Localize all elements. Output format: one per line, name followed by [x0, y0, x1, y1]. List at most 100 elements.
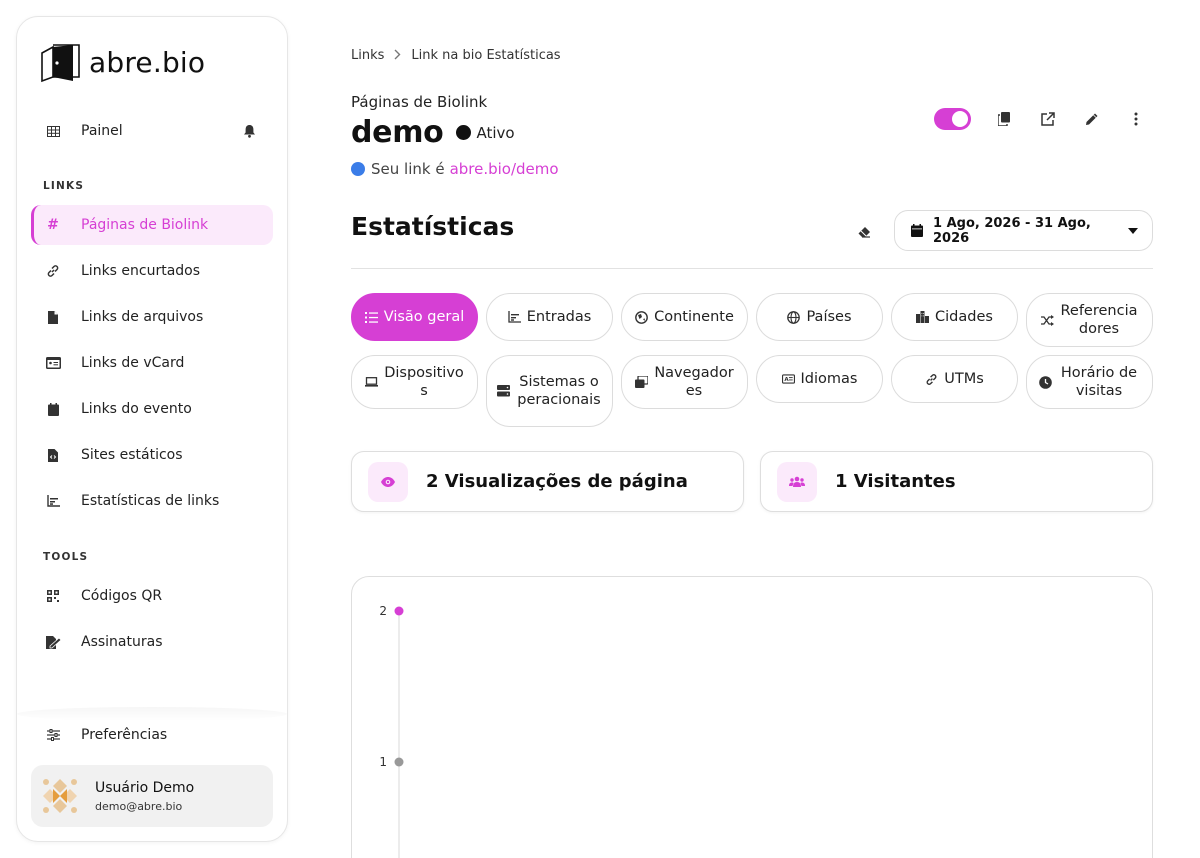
tab-entries[interactable]: Entradas: [486, 293, 613, 341]
sidebar-item-qr-codes[interactable]: Códigos QR: [31, 576, 273, 616]
chart-card: 21: [351, 576, 1153, 858]
caret-down-icon: [1128, 223, 1138, 238]
tab-countries[interactable]: Países: [756, 293, 883, 341]
avatar: [41, 777, 79, 815]
sidebar-item-label: Links do evento: [81, 401, 192, 417]
section-label-links: LINKS: [43, 180, 85, 192]
external-link-icon[interactable]: [1037, 108, 1059, 130]
toggle-knob: [952, 111, 968, 127]
sidebar-item-label: Páginas de Biolink: [81, 217, 209, 233]
tab-languages[interactable]: A Idiomas: [756, 355, 883, 403]
clock-icon: [1039, 375, 1052, 389]
table-icon: [45, 123, 61, 139]
page-title-row: demo Ativo: [351, 115, 515, 150]
tab-label: Referenciadores: [1060, 303, 1138, 337]
city-icon: [916, 311, 930, 324]
date-range-label: 1 Ago, 2026 - 31 Ago, 2026: [933, 215, 1091, 246]
svg-text:A: A: [784, 377, 789, 383]
tab-operating-systems[interactable]: Sistemas operacionais: [486, 355, 613, 427]
link-icon: [925, 373, 938, 386]
chart-icon: [45, 493, 61, 509]
tab-utms[interactable]: UTMs: [891, 355, 1018, 403]
tab-label: Sistemas operacionais: [517, 374, 601, 408]
sidebar-item-static-sites[interactable]: Sites estáticos: [31, 435, 273, 475]
logo[interactable]: abre.bio: [39, 41, 205, 83]
sidebar-item-painel[interactable]: Painel: [31, 111, 273, 151]
active-toggle[interactable]: [934, 108, 971, 130]
sidebar: abre.bio Painel LINKS # Páginas de Bioli…: [16, 16, 288, 842]
tab-browsers[interactable]: Navegadores: [621, 355, 748, 409]
visitors-card: 1 Visitantes: [760, 451, 1153, 512]
pageviews-card: 2 Visualizações de página: [351, 451, 744, 512]
tab-label: Entradas: [526, 309, 592, 325]
sidebar-item-signatures[interactable]: Assinaturas: [31, 622, 273, 662]
bell-icon[interactable]: [243, 123, 259, 139]
section-label-tools: TOOLS: [43, 551, 89, 563]
pencil-icon[interactable]: [1081, 108, 1103, 130]
tab-visit-hours[interactable]: Horário de visitas: [1026, 355, 1153, 409]
sidebar-item-label: Sites estáticos: [81, 447, 183, 463]
sidebar-item-shortened-links[interactable]: Links encurtados: [31, 251, 273, 291]
globe-icon: [787, 310, 801, 324]
sidebar-item-vcard-links[interactable]: Links de vCard: [31, 343, 273, 383]
signature-icon: [45, 634, 61, 650]
tab-label: Continente: [654, 309, 734, 325]
tab-label: Idiomas: [800, 371, 858, 387]
status-badge: Ativo: [455, 124, 515, 142]
tab-continent[interactable]: Continente: [621, 293, 748, 341]
id-card-icon: [45, 355, 61, 371]
y-tick-label: 2: [379, 604, 387, 618]
breadcrumb: Links Link na bio Estatísticas: [351, 48, 561, 63]
pageviews-chart: 21: [379, 604, 404, 858]
tab-devices[interactable]: Dispositivos: [351, 355, 478, 409]
page-title: demo: [351, 115, 444, 150]
eye-icon: [368, 461, 408, 502]
link-icon: [45, 263, 61, 279]
sliders-icon: [45, 727, 61, 743]
breadcrumb-links[interactable]: Links: [351, 48, 384, 63]
tab-label: Países: [806, 309, 852, 325]
tab-cities[interactable]: Cidades: [891, 293, 1018, 341]
tab-overview[interactable]: Visão geral: [351, 293, 478, 341]
blue-dot-icon: [351, 162, 365, 176]
stats-heading: Estatísticas: [351, 212, 515, 241]
eraser-icon[interactable]: [858, 223, 873, 238]
copy-icon[interactable]: [993, 108, 1015, 130]
sidebar-item-biolink[interactable]: # Páginas de Biolink: [31, 205, 273, 245]
laptop-icon: [365, 376, 378, 389]
sidebar-item-label: Estatísticas de links: [81, 493, 220, 509]
list-icon: [364, 311, 378, 324]
sidebar-item-label: Painel: [81, 123, 123, 139]
windows-icon: [635, 376, 648, 389]
y-tick-label: 1: [379, 755, 387, 769]
calendar-icon: [45, 401, 61, 417]
users-icon: [777, 461, 817, 502]
divider: [351, 268, 1153, 269]
tab-referrers[interactable]: Referenciadores: [1026, 293, 1153, 347]
qrcode-icon: [45, 588, 61, 604]
language-icon: A: [781, 373, 795, 386]
tab-label: Dispositivos: [384, 365, 464, 399]
sidebar-item-label: Assinaturas: [81, 634, 163, 650]
user-card[interactable]: Usuário Demo demo@abre.bio: [31, 765, 273, 827]
biolink-url[interactable]: abre.bio/demo: [450, 160, 559, 178]
header-toolbar: [934, 108, 1147, 130]
sidebar-item-label: Links de arquivos: [81, 309, 204, 325]
server-icon: [497, 385, 510, 398]
more-vertical-icon[interactable]: [1125, 108, 1147, 130]
date-range-picker[interactable]: 1 Ago, 2026 - 31 Ago, 2026: [894, 210, 1153, 251]
tab-label: Cidades: [935, 309, 993, 325]
link-prefix: Seu link é: [371, 160, 445, 178]
user-name: Usuário Demo: [95, 779, 195, 796]
visitors-label: 1 Visitantes: [835, 471, 956, 492]
pageviews-label: 2 Visualizações de página: [426, 471, 688, 492]
biolink-url-row: Seu link é abre.bio/demo: [351, 160, 559, 178]
sidebar-item-file-links[interactable]: Links de arquivos: [31, 297, 273, 337]
chart-point[interactable]: [394, 757, 404, 767]
sidebar-item-event-links[interactable]: Links do evento: [31, 389, 273, 429]
sidebar-item-link-stats[interactable]: Estatísticas de links: [31, 481, 273, 521]
sidebar-item-preferences[interactable]: Preferências: [31, 715, 273, 755]
hash-icon: #: [47, 217, 59, 233]
sidebar-item-label: Links encurtados: [81, 263, 201, 279]
chart-point[interactable]: [394, 606, 404, 616]
